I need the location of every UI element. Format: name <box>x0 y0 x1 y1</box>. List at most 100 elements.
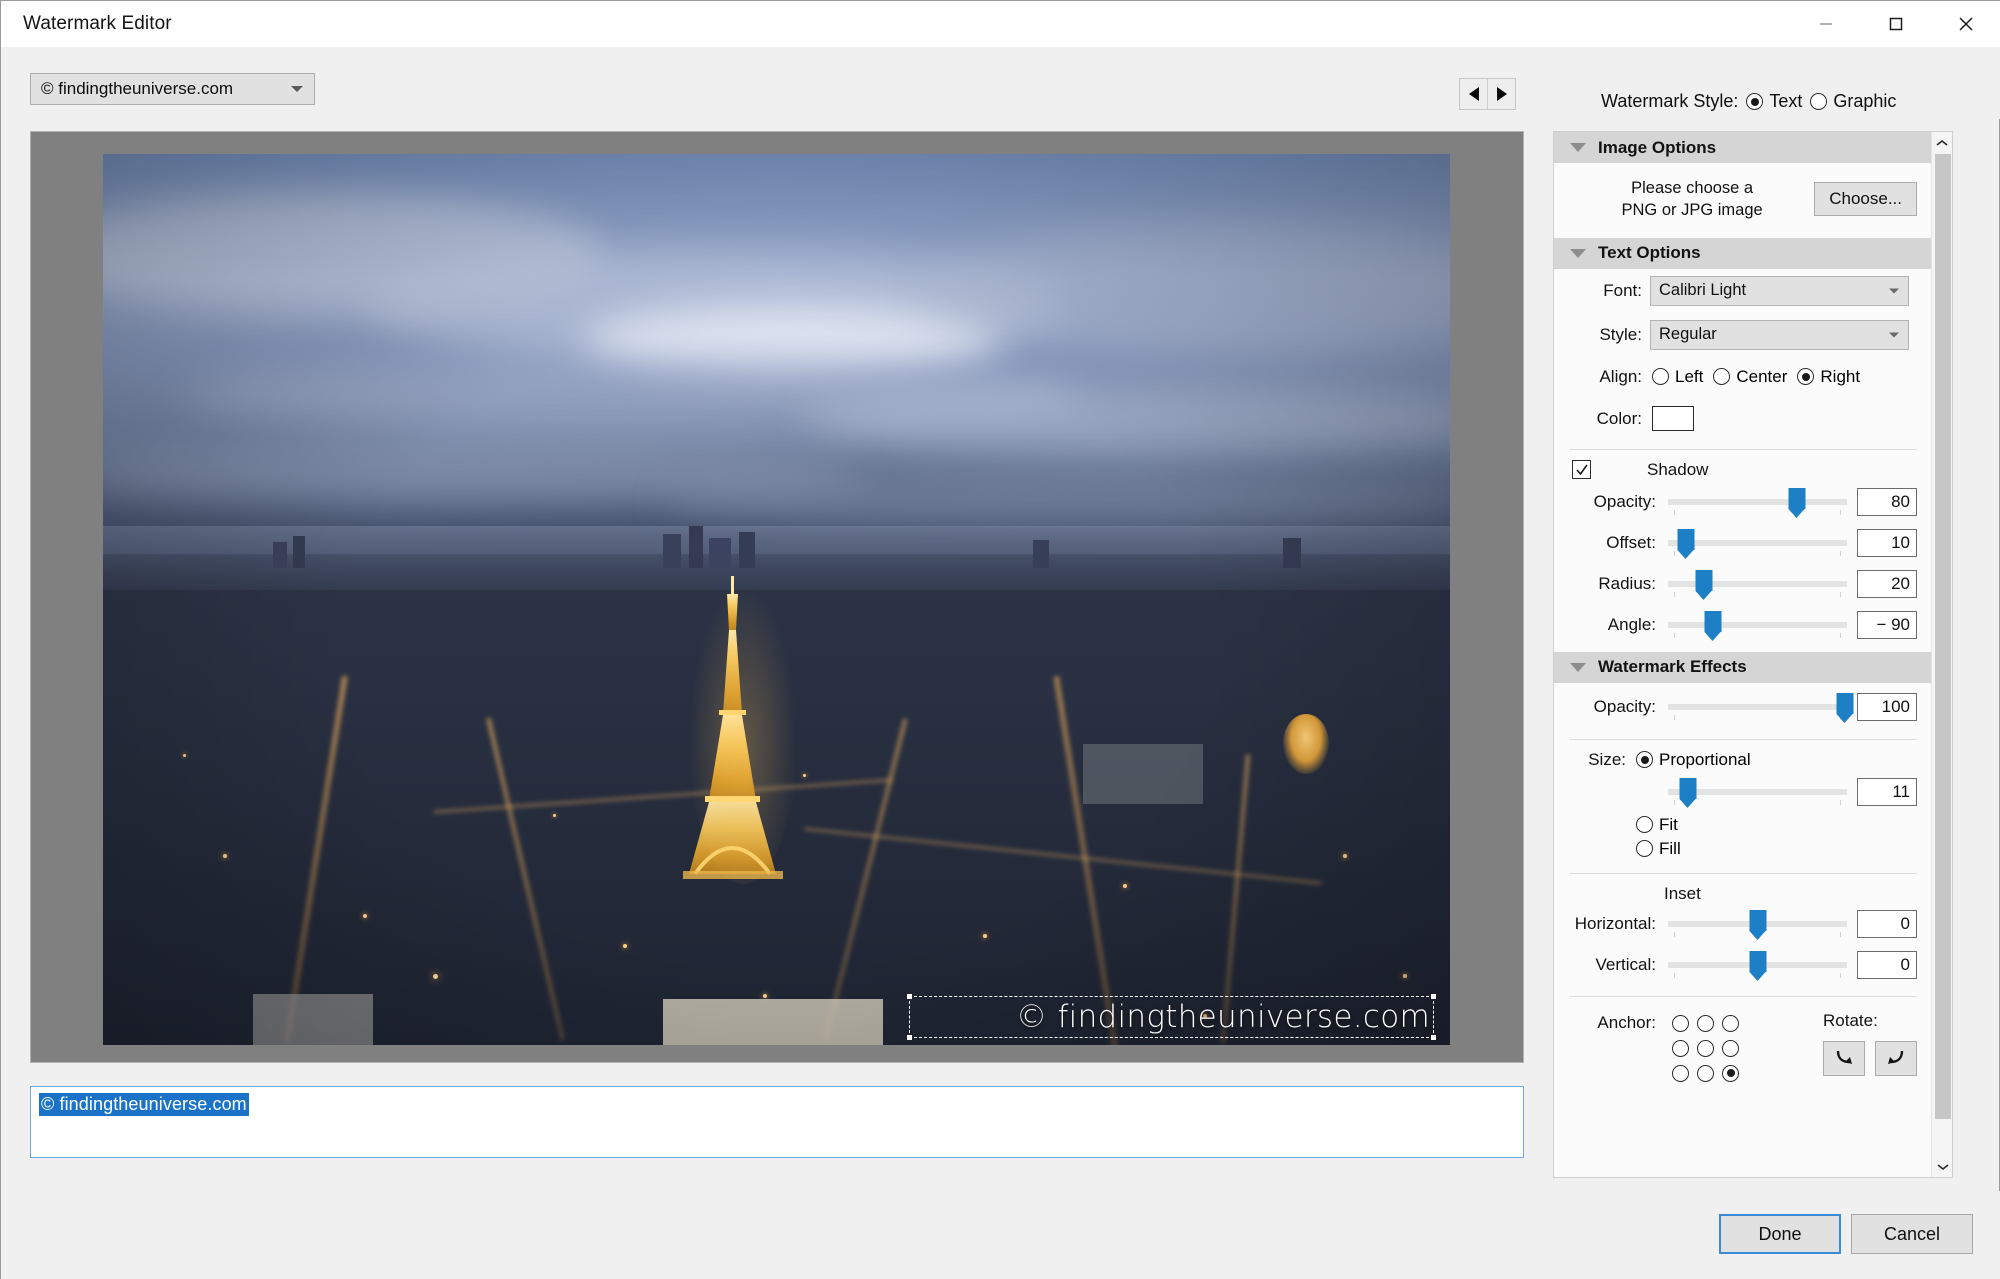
image-options-body: Please choose a PNG or JPG image Choose.… <box>1554 163 1933 238</box>
watermark-preset-dropdown[interactable]: © findingtheuniverse.com <box>30 73 315 105</box>
scroll-down-button[interactable] <box>1932 1156 1953 1177</box>
watermark-text-input[interactable]: © findingtheuniverse.com <box>30 1086 1524 1158</box>
slider-thumb[interactable] <box>1704 611 1721 632</box>
scrollbar-thumb[interactable] <box>1935 154 1951 1119</box>
done-button[interactable]: Done <box>1719 1214 1841 1254</box>
preview-watermark-overlay[interactable]: © findingtheuniverse.com <box>909 996 1434 1038</box>
size-slider[interactable] <box>1668 772 1847 812</box>
size-option-fill-row[interactable]: Fill <box>1554 837 1933 861</box>
effects-opacity-slider[interactable] <box>1668 687 1847 727</box>
inset-horizontal-slider[interactable] <box>1668 904 1847 944</box>
align-option-right[interactable]: Right <box>1797 367 1860 387</box>
radio-anchor-icon[interactable] <box>1697 1065 1714 1082</box>
radio-anchor-icon[interactable] <box>1672 1065 1689 1082</box>
watermark-style-option-graphic[interactable]: Graphic <box>1810 91 1896 112</box>
divider <box>1570 739 1917 740</box>
rotate-clockwise-button[interactable] <box>1823 1041 1865 1076</box>
resize-handle-top-right[interactable] <box>1431 994 1436 999</box>
radio-anchor-icon[interactable] <box>1722 1015 1739 1032</box>
watermark-editor-window: Watermark Editor © findingtheuniverse.co… <box>0 0 2000 1279</box>
anchor-cell-middle-left[interactable] <box>1668 1036 1693 1061</box>
style-dropdown[interactable]: Regular <box>1650 320 1909 350</box>
slider-thumb[interactable] <box>1679 778 1696 799</box>
section-header-watermark-effects[interactable]: Watermark Effects <box>1554 652 1933 683</box>
slider-thumb[interactable] <box>1695 570 1712 591</box>
shadow-offset-row: Offset: 10 <box>1554 523 1933 564</box>
inset-vertical-slider[interactable] <box>1668 945 1847 985</box>
image-preview-canvas[interactable]: © findingtheuniverse.com <box>30 131 1524 1063</box>
radio-align-center-icon[interactable] <box>1713 368 1730 385</box>
inset-vertical-value[interactable]: 0 <box>1857 951 1917 979</box>
close-button[interactable] <box>1931 1 2000 47</box>
radio-fit-icon[interactable] <box>1636 816 1653 833</box>
shadow-offset-slider[interactable] <box>1668 523 1847 563</box>
anchor-cell-bottom-left[interactable] <box>1668 1061 1693 1086</box>
radio-anchor-icon[interactable] <box>1722 1065 1739 1082</box>
radio-anchor-icon[interactable] <box>1672 1040 1689 1057</box>
maximize-button[interactable] <box>1861 1 1931 47</box>
resize-handle-bottom-right[interactable] <box>1431 1035 1436 1040</box>
anchor-cell-top-right[interactable] <box>1718 1011 1743 1036</box>
align-option-left[interactable]: Left <box>1652 367 1703 387</box>
color-swatch[interactable] <box>1652 406 1694 431</box>
slider-thumb[interactable] <box>1677 529 1694 550</box>
scroll-up-button[interactable] <box>1932 132 1952 153</box>
anchor-cell-middle-center[interactable] <box>1693 1036 1718 1061</box>
rotate-counterclockwise-button[interactable] <box>1875 1041 1917 1076</box>
inset-horizontal-value[interactable]: 0 <box>1857 910 1917 938</box>
shadow-angle-slider[interactable] <box>1668 605 1847 645</box>
slider-thumb[interactable] <box>1788 488 1805 509</box>
radio-anchor-icon[interactable] <box>1697 1015 1714 1032</box>
size-slider-row: 11 <box>1554 772 1933 813</box>
size-option-fit[interactable]: Fit <box>1636 815 1678 835</box>
resize-handle-top-left[interactable] <box>907 994 912 999</box>
radio-fill-icon[interactable] <box>1636 840 1653 857</box>
anchor-cell-middle-right[interactable] <box>1718 1036 1743 1061</box>
close-icon <box>1957 15 1975 33</box>
inset-horizontal-label: Horizontal: <box>1570 914 1656 934</box>
anchor-cell-bottom-center[interactable] <box>1693 1061 1718 1086</box>
previous-image-button[interactable] <box>1460 79 1487 109</box>
section-header-image-options[interactable]: Image Options <box>1554 132 1933 163</box>
anchor-cell-bottom-right[interactable] <box>1718 1061 1743 1086</box>
radio-anchor-icon[interactable] <box>1697 1040 1714 1057</box>
effects-opacity-value[interactable]: 100 <box>1857 693 1917 721</box>
size-mode-row: Size: Proportional <box>1554 744 1933 772</box>
slider-thumb[interactable] <box>1749 951 1766 972</box>
section-header-text-options[interactable]: Text Options <box>1554 238 1933 269</box>
size-option-fit-row[interactable]: Fit <box>1554 813 1933 837</box>
radio-anchor-icon[interactable] <box>1672 1015 1689 1032</box>
size-option-proportional[interactable]: Proportional <box>1636 750 1751 770</box>
choose-image-button[interactable]: Choose... <box>1814 182 1917 216</box>
radio-align-left-icon[interactable] <box>1652 368 1669 385</box>
cancel-button[interactable]: Cancel <box>1851 1214 1973 1254</box>
slider-thumb[interactable] <box>1749 910 1766 931</box>
size-value[interactable]: 11 <box>1857 778 1917 806</box>
radio-align-right-icon[interactable] <box>1797 368 1814 385</box>
radio-graphic-icon[interactable] <box>1810 93 1827 110</box>
anchor-cell-top-center[interactable] <box>1693 1011 1718 1036</box>
slider-thumb[interactable] <box>1837 693 1854 714</box>
size-option-fill[interactable]: Fill <box>1636 839 1681 859</box>
radio-anchor-icon[interactable] <box>1722 1040 1739 1057</box>
next-image-button[interactable] <box>1487 79 1515 109</box>
minimize-button[interactable] <box>1791 1 1861 47</box>
radio-text-icon[interactable] <box>1746 93 1763 110</box>
radio-proportional-icon[interactable] <box>1636 751 1653 768</box>
font-dropdown[interactable]: Calibri Light <box>1650 276 1909 306</box>
resize-handle-bottom-left[interactable] <box>907 1035 912 1040</box>
shadow-checkbox[interactable] <box>1572 460 1591 479</box>
shadow-toggle-row[interactable]: Shadow <box>1554 454 1933 482</box>
anchor-cell-top-left[interactable] <box>1668 1011 1693 1036</box>
options-panel-scrollbar[interactable] <box>1931 132 1952 1177</box>
watermark-style-option-text[interactable]: Text <box>1746 91 1802 112</box>
shadow-angle-value[interactable]: − 90 <box>1857 611 1917 639</box>
text-options-title: Text Options <box>1598 243 1701 263</box>
shadow-opacity-slider[interactable] <box>1668 482 1847 522</box>
slider-tick-right <box>1840 551 1841 556</box>
shadow-radius-value[interactable]: 20 <box>1857 570 1917 598</box>
shadow-radius-slider[interactable] <box>1668 564 1847 604</box>
shadow-offset-value[interactable]: 10 <box>1857 529 1917 557</box>
shadow-opacity-value[interactable]: 80 <box>1857 488 1917 516</box>
align-option-center[interactable]: Center <box>1713 367 1787 387</box>
